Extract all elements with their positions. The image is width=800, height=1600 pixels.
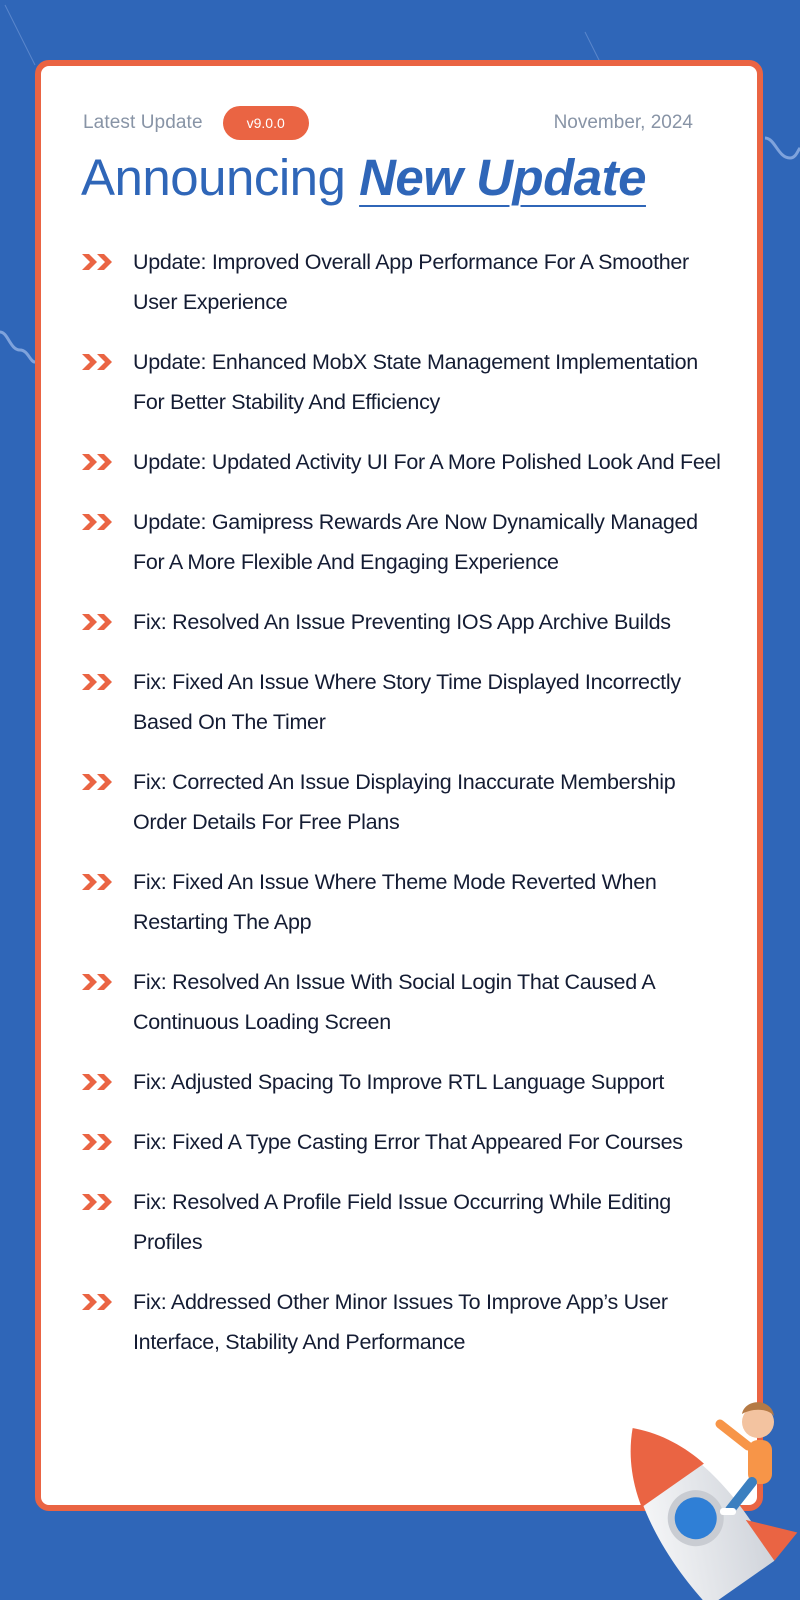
update-item: Update: Enhanced MobX State Management I…	[81, 342, 727, 422]
update-item-text: Fix: Fixed An Issue Where Story Time Dis…	[133, 670, 681, 734]
latest-update-label: Latest Update	[83, 112, 203, 133]
update-item: Update: Improved Overall App Performance…	[81, 242, 727, 322]
update-item-text: Fix: Fixed A Type Casting Error That App…	[133, 1130, 683, 1154]
double-chevron-right-icon	[81, 242, 133, 282]
update-item-text: Fix: Resolved A Profile Field Issue Occu…	[133, 1190, 671, 1254]
update-item: Fix: Resolved A Profile Field Issue Occu…	[81, 1182, 727, 1262]
update-item-text: Fix: Fixed An Issue Where Theme Mode Rev…	[133, 870, 657, 934]
update-item-text: Update: Enhanced MobX State Management I…	[133, 350, 698, 414]
update-item: Update: Updated Activity UI For A More P…	[81, 442, 727, 482]
update-item-text: Fix: Resolved An Issue Preventing IOS Ap…	[133, 610, 671, 634]
double-chevron-right-icon	[81, 1282, 133, 1322]
page-title: Announcing New Update	[81, 148, 646, 207]
headline-plain: Announcing	[81, 149, 346, 206]
double-chevron-right-icon	[81, 662, 133, 702]
update-item: Fix: Resolved An Issue With Social Login…	[81, 962, 727, 1042]
update-item: Update: Gamipress Rewards Are Now Dynami…	[81, 502, 727, 582]
update-item: Fix: Fixed A Type Casting Error That App…	[81, 1122, 727, 1162]
update-item-text: Fix: Addressed Other Minor Issues To Imp…	[133, 1290, 668, 1354]
double-chevron-right-icon	[81, 1122, 133, 1162]
release-date: November, 2024	[553, 112, 693, 133]
update-item-text: Update: Updated Activity UI For A More P…	[133, 450, 721, 474]
meta-row: Latest Update v9.0.0 November, 2024	[83, 106, 715, 140]
double-chevron-right-icon	[81, 862, 133, 902]
double-chevron-right-icon	[81, 762, 133, 802]
update-item-text: Fix: Adjusted Spacing To Improve RTL Lan…	[133, 1070, 665, 1094]
rocket-illustration	[630, 1402, 798, 1600]
update-item-text: Fix: Resolved An Issue With Social Login…	[133, 970, 655, 1034]
update-card: Latest Update v9.0.0 November, 2024 Anno…	[35, 60, 763, 1511]
double-chevron-right-icon	[81, 602, 133, 642]
update-item: Fix: Fixed An Issue Where Theme Mode Rev…	[81, 862, 727, 942]
update-item: Fix: Resolved An Issue Preventing IOS Ap…	[81, 602, 727, 642]
update-item-text: Update: Improved Overall App Performance…	[133, 250, 689, 314]
update-item: Fix: Fixed An Issue Where Story Time Dis…	[81, 662, 727, 742]
double-chevron-right-icon	[81, 1182, 133, 1222]
update-item: Fix: Addressed Other Minor Issues To Imp…	[81, 1282, 727, 1362]
double-chevron-right-icon	[81, 502, 133, 542]
headline-accent: New Update	[359, 149, 646, 206]
update-item-text: Update: Gamipress Rewards Are Now Dynami…	[133, 510, 698, 574]
double-chevron-right-icon	[81, 342, 133, 382]
update-item-text: Fix: Corrected An Issue Displaying Inacc…	[133, 770, 676, 834]
update-list: Update: Improved Overall App Performance…	[81, 242, 727, 1382]
update-item: Fix: Adjusted Spacing To Improve RTL Lan…	[81, 1062, 727, 1102]
double-chevron-right-icon	[81, 962, 133, 1002]
double-chevron-right-icon	[81, 1062, 133, 1102]
version-badge: v9.0.0	[222, 106, 309, 140]
double-chevron-right-icon	[81, 442, 133, 482]
update-item: Fix: Corrected An Issue Displaying Inacc…	[81, 762, 727, 842]
